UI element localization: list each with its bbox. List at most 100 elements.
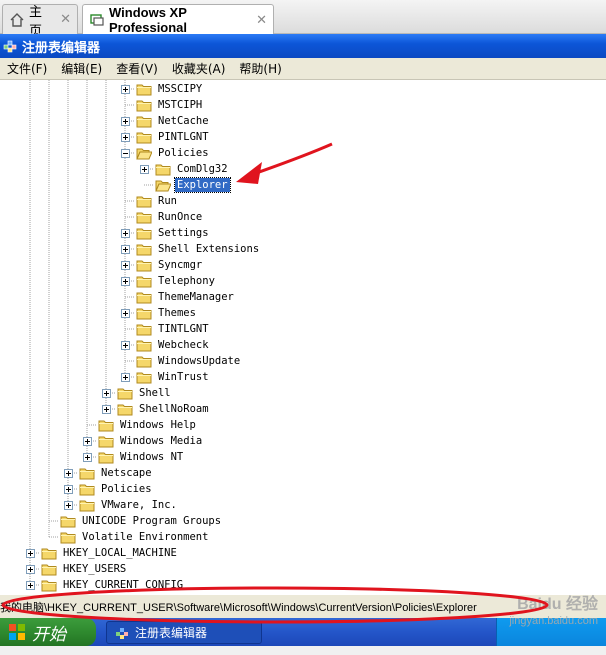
tree-node[interactable]: Syncmgr	[121, 257, 204, 273]
tree-node[interactable]: PINTLGNT	[121, 129, 211, 145]
tree-node[interactable]: MSSCIPY	[121, 81, 204, 97]
folder-icon	[136, 131, 152, 144]
tree-node[interactable]: UNICODE Program Groups	[45, 513, 223, 529]
key-label[interactable]: Policies	[99, 482, 154, 496]
tree-node[interactable]: Telephony	[121, 273, 217, 289]
key-label[interactable]: HKEY_USERS	[61, 562, 128, 576]
tree-node[interactable]: MSTCIPH	[121, 97, 204, 113]
key-label[interactable]: WinTrust	[156, 370, 211, 384]
key-label[interactable]: UNICODE Program Groups	[80, 514, 223, 528]
tree-node[interactable]: Shell	[102, 385, 173, 401]
selected-key-label[interactable]: Explorer	[174, 177, 231, 193]
tree-node[interactable]: Volatile Environment	[45, 529, 210, 545]
expand-plus-icon[interactable]	[121, 372, 130, 382]
key-label[interactable]: Shell Extensions	[156, 242, 261, 256]
key-label[interactable]: HKEY_LOCAL_MACHINE	[61, 546, 179, 560]
tree-node[interactable]: RunOnce	[121, 209, 204, 225]
expand-plus-icon[interactable]	[121, 228, 130, 238]
tree-node[interactable]: Webcheck	[121, 337, 211, 353]
expand-plus-icon[interactable]	[121, 116, 130, 126]
taskbar-item-registry-editor[interactable]: 注册表编辑器	[106, 621, 262, 644]
key-label[interactable]: Policies	[156, 146, 211, 160]
expand-plus-icon[interactable]	[83, 452, 92, 462]
key-label[interactable]: NetCache	[156, 114, 211, 128]
tree-node[interactable]: Run	[121, 193, 179, 209]
key-label[interactable]: Syncmgr	[156, 258, 204, 272]
key-label[interactable]: TINTLGNT	[156, 322, 211, 336]
expand-plus-icon[interactable]	[64, 484, 73, 494]
expand-plus-icon[interactable]	[64, 468, 73, 478]
key-label[interactable]: MSTCIPH	[156, 98, 204, 112]
close-icon[interactable]: ✕	[256, 12, 267, 28]
key-label[interactable]: Windows NT	[118, 450, 185, 464]
tree-node[interactable]: Windows Help	[83, 417, 198, 433]
key-label[interactable]: Telephony	[156, 274, 217, 288]
tree-node[interactable]: HKEY_USERS	[26, 561, 128, 577]
key-label[interactable]: ThemeManager	[156, 290, 236, 304]
expand-plus-icon[interactable]	[26, 580, 35, 590]
expand-plus-icon[interactable]	[121, 340, 130, 350]
tree-node[interactable]: Themes	[121, 305, 198, 321]
tree-node[interactable]: Settings	[121, 225, 211, 241]
menu-favorites[interactable]: 收藏夹(A)	[165, 60, 233, 77]
tab-home[interactable]: 主页 ✕	[2, 4, 78, 39]
tree-node[interactable]: Policies	[121, 145, 211, 161]
tree-node[interactable]: ComDlg32	[140, 161, 230, 177]
registry-tree[interactable]: MSSCIPY MSTCIPH NetCache PINTLGNT Policies Co…	[0, 80, 606, 594]
key-label[interactable]: Volatile Environment	[80, 530, 210, 544]
window-title-bar[interactable]: 注册表编辑器	[0, 34, 606, 58]
expand-plus-icon[interactable]	[26, 548, 35, 558]
expand-plus-icon[interactable]	[64, 500, 73, 510]
key-label[interactable]: Shell	[137, 386, 173, 400]
tab-windows-xp[interactable]: Windows XP Professional ✕	[82, 4, 274, 35]
tree-node[interactable]: NetCache	[121, 113, 211, 129]
key-label[interactable]: Themes	[156, 306, 198, 320]
key-label[interactable]: Settings	[156, 226, 211, 240]
collapse-minus-icon[interactable]	[121, 148, 130, 158]
expand-plus-icon[interactable]	[102, 388, 111, 398]
key-label[interactable]: MSSCIPY	[156, 82, 204, 96]
menu-view[interactable]: 查看(V)	[109, 60, 165, 77]
tree-node[interactable]: ShellNoRoam	[102, 401, 211, 417]
tree-node[interactable]: WindowsUpdate	[121, 353, 242, 369]
menu-file[interactable]: 文件(F)	[0, 60, 54, 77]
key-label[interactable]: HKEY_CURRENT_CONFIG	[61, 578, 185, 592]
key-label[interactable]: WindowsUpdate	[156, 354, 242, 368]
tree-node[interactable]: HKEY_CURRENT_CONFIG	[26, 577, 185, 593]
tree-node[interactable]: Shell Extensions	[121, 241, 261, 257]
expand-plus-icon[interactable]	[83, 436, 92, 446]
key-label[interactable]: PINTLGNT	[156, 130, 211, 144]
key-label[interactable]: Run	[156, 194, 179, 208]
expand-plus-icon[interactable]	[140, 164, 149, 174]
menu-help[interactable]: 帮助(H)	[232, 60, 288, 77]
expand-plus-icon[interactable]	[121, 132, 130, 142]
key-label[interactable]: Windows Help	[118, 418, 198, 432]
key-label[interactable]: RunOnce	[156, 210, 204, 224]
expand-plus-icon[interactable]	[102, 404, 111, 414]
expand-plus-icon[interactable]	[121, 276, 130, 286]
menu-edit[interactable]: 编辑(E)	[54, 60, 109, 77]
start-button[interactable]: 开始	[0, 618, 96, 646]
tree-node[interactable]: Windows Media	[83, 433, 204, 449]
key-label[interactable]: Netscape	[99, 466, 154, 480]
tree-node[interactable]: Windows NT	[83, 449, 185, 465]
close-icon[interactable]: ✕	[60, 12, 71, 27]
tree-node[interactable]: WinTrust	[121, 369, 211, 385]
key-label[interactable]: Webcheck	[156, 338, 211, 352]
expand-plus-icon[interactable]	[26, 564, 35, 574]
key-label[interactable]: VMware, Inc.	[99, 498, 179, 512]
tree-node[interactable]: TINTLGNT	[121, 321, 211, 337]
tree-node[interactable]: Policies	[64, 481, 154, 497]
tree-node[interactable]: HKEY_LOCAL_MACHINE	[26, 545, 179, 561]
tree-node[interactable]: Explorer	[140, 177, 231, 193]
expand-plus-icon[interactable]	[121, 260, 130, 270]
key-label[interactable]: ShellNoRoam	[137, 402, 211, 416]
key-label[interactable]: ComDlg32	[175, 162, 230, 176]
tree-node[interactable]: Netscape	[64, 465, 154, 481]
tree-node[interactable]: VMware, Inc.	[64, 497, 179, 513]
tree-node[interactable]: ThemeManager	[121, 289, 236, 305]
expand-plus-icon[interactable]	[121, 308, 130, 318]
expand-plus-icon[interactable]	[121, 244, 130, 254]
expand-plus-icon[interactable]	[121, 84, 130, 94]
key-label[interactable]: Windows Media	[118, 434, 204, 448]
